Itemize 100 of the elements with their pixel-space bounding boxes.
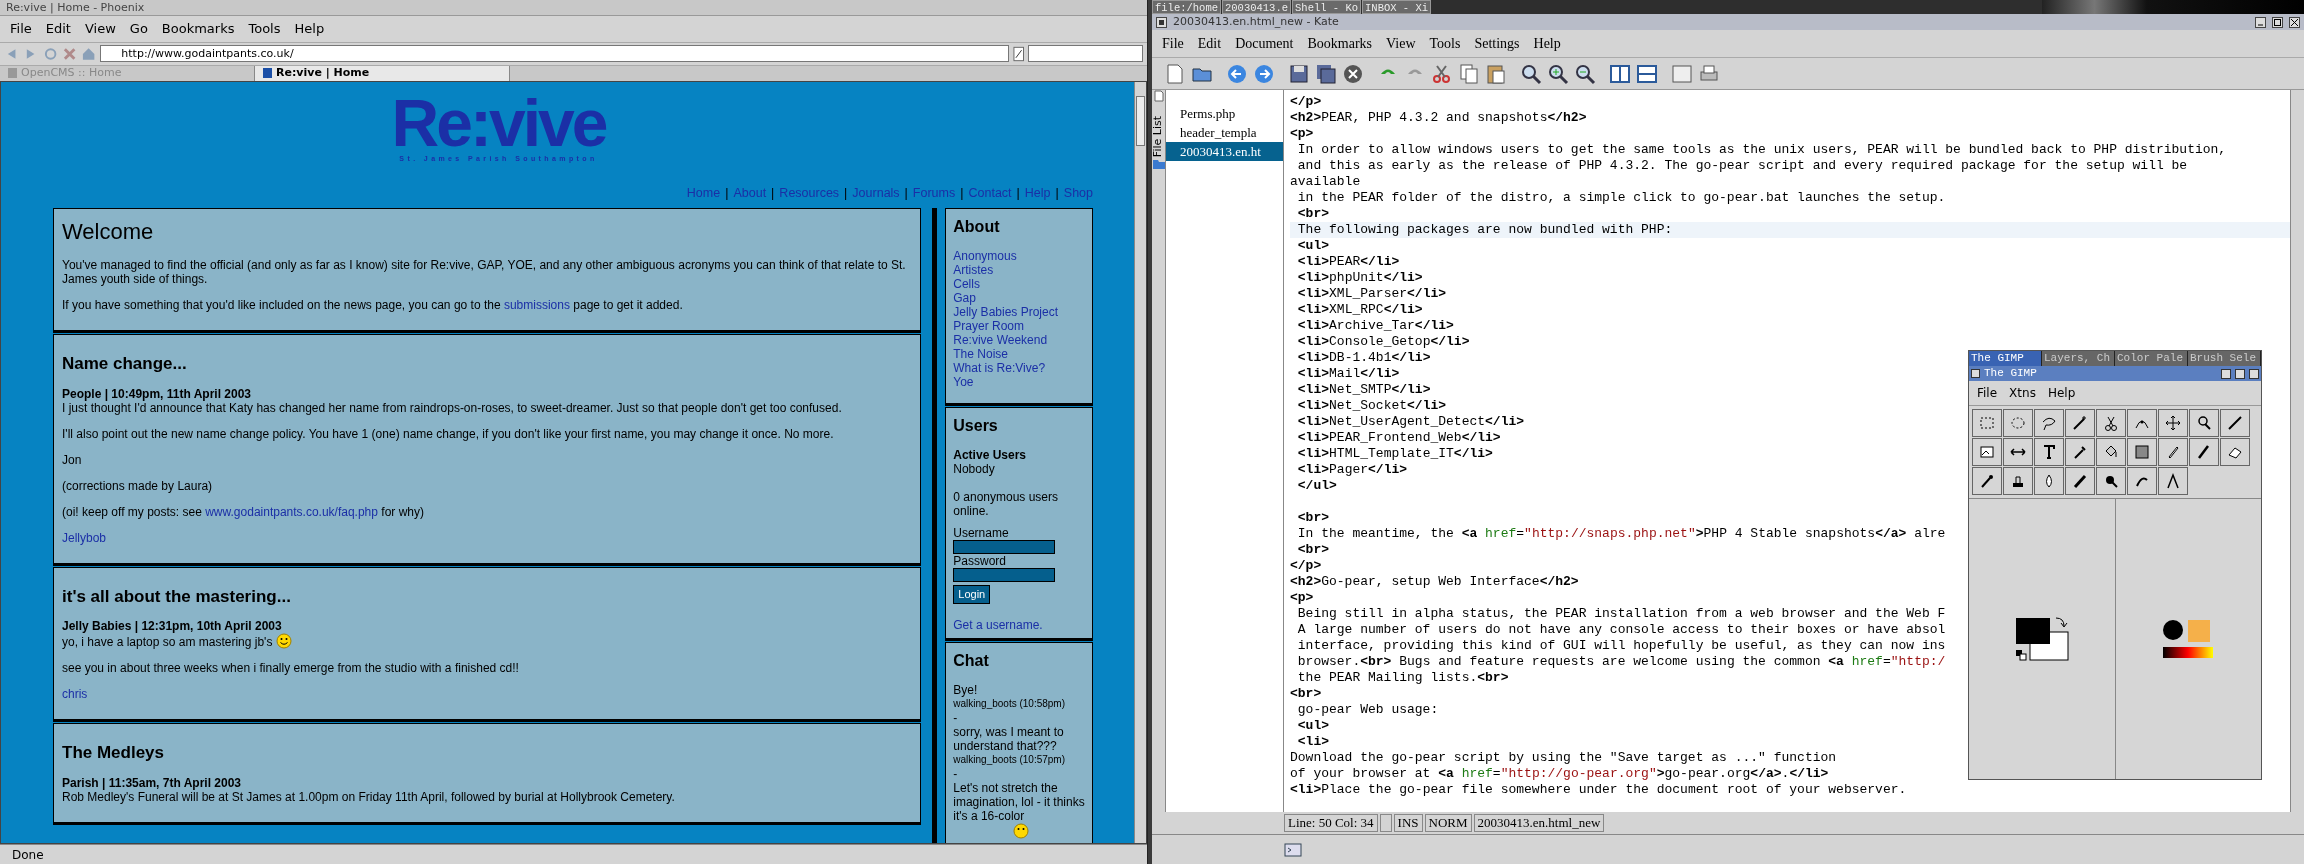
password-field[interactable] xyxy=(953,568,1056,583)
scrollbar[interactable] xyxy=(1134,81,1146,843)
menu-item[interactable]: Edit xyxy=(39,18,77,40)
paste-icon[interactable] xyxy=(1485,62,1507,85)
save-icon[interactable] xyxy=(1288,62,1310,85)
link[interactable]: www.godaintpants.co.uk/faq.php xyxy=(205,504,378,519)
tool-button[interactable] xyxy=(2127,467,2157,495)
sidebar-link[interactable]: Anonymous xyxy=(953,249,1085,264)
nav-link[interactable]: Home xyxy=(686,183,721,203)
menu-item[interactable]: Edit xyxy=(1191,32,1228,55)
window-tab[interactable]: Brush Sele xyxy=(2188,351,2261,366)
taskbar-button[interactable]: INBOX - Xi xyxy=(1362,0,1432,14)
menu-item[interactable]: Tools xyxy=(1423,32,1467,55)
link[interactable]: submissions xyxy=(503,298,570,313)
sidebar-tab[interactable]: File List xyxy=(1150,114,1167,160)
tool-button[interactable] xyxy=(2034,409,2064,437)
taskbar-button[interactable]: 20030413.e xyxy=(1222,0,1292,14)
folder-icon[interactable] xyxy=(1152,159,1165,170)
split-vertical-icon[interactable] xyxy=(1609,62,1631,85)
window-menu-icon[interactable] xyxy=(1156,16,1167,28)
author-link[interactable]: chris xyxy=(62,687,88,702)
menu-item[interactable]: View xyxy=(1380,32,1422,55)
scrollbar[interactable] xyxy=(2290,90,2304,812)
sidebar-link[interactable]: Gap xyxy=(953,291,1085,306)
search-field[interactable] xyxy=(1028,45,1143,62)
file-list-entry[interactable]: Perms.php xyxy=(1166,104,1283,123)
tool-button[interactable] xyxy=(2065,409,2095,437)
nav-link[interactable]: Forums xyxy=(912,183,956,203)
go-icon[interactable] xyxy=(1012,45,1025,62)
url-field[interactable]: http://www.godaintpants.co.uk/ xyxy=(100,45,1009,62)
menu-item[interactable]: View xyxy=(78,18,122,40)
nav-link[interactable]: Help xyxy=(1024,183,1051,203)
tool-button[interactable] xyxy=(2096,467,2126,495)
menu-item[interactable]: File xyxy=(1156,32,1190,55)
tool-button[interactable] xyxy=(2034,438,2064,466)
close-icon[interactable] xyxy=(1342,62,1364,85)
author-link[interactable]: Jellybob xyxy=(62,530,107,545)
terminal-icon[interactable] xyxy=(1284,840,1302,859)
menu-item[interactable]: Xtns xyxy=(2009,384,2036,402)
file-list-entry[interactable]: header_templa xyxy=(1166,123,1283,142)
tool-button[interactable] xyxy=(2096,409,2126,437)
nav-link[interactable]: Shop xyxy=(1063,183,1093,203)
new-file-icon[interactable] xyxy=(1164,62,1186,85)
tool-button[interactable] xyxy=(2189,409,2219,437)
tool-button[interactable] xyxy=(2158,409,2188,437)
split-horizontal-icon[interactable] xyxy=(1636,62,1658,85)
tool-button[interactable] xyxy=(2220,438,2250,466)
signup-link[interactable]: Get a username. xyxy=(953,617,1085,632)
login-button[interactable]: Login xyxy=(953,585,991,604)
tool-button[interactable] xyxy=(2096,438,2126,466)
menu-item[interactable]: Bookmarks xyxy=(1301,32,1378,55)
minimize-icon[interactable] xyxy=(2255,16,2266,28)
window-tab[interactable]: Color Pale xyxy=(2115,351,2188,366)
menu-item[interactable]: Settings xyxy=(1468,32,1526,55)
nav-link[interactable]: Contact xyxy=(968,183,1012,203)
sidebar-link[interactable]: Jelly Babies Project xyxy=(953,305,1085,320)
nav-link[interactable]: Resources xyxy=(779,183,840,203)
menu-item[interactable]: Tools xyxy=(242,18,287,40)
window-tab[interactable]: The GIMP xyxy=(1969,351,2042,366)
sidebar-link[interactable]: Cells xyxy=(953,277,1085,292)
menu-item[interactable]: Help xyxy=(2047,384,2076,402)
tool-button[interactable] xyxy=(2158,467,2188,495)
maximize-icon[interactable] xyxy=(2272,16,2283,28)
save-all-icon[interactable] xyxy=(1315,62,1337,85)
tool-button[interactable] xyxy=(2220,409,2250,437)
site-logo[interactable]: Re:vive xyxy=(391,93,606,152)
search-icon[interactable] xyxy=(1520,62,1542,85)
tool-button[interactable] xyxy=(2158,438,2188,466)
sidebar-link[interactable]: Re:vive Weekend xyxy=(953,333,1085,348)
menu-item[interactable]: Help xyxy=(1527,32,1567,55)
tool-button[interactable] xyxy=(1972,467,2002,495)
menu-item[interactable]: File xyxy=(4,18,38,40)
tool-button[interactable] xyxy=(2127,438,2157,466)
username-field[interactable] xyxy=(953,540,1056,555)
sidebar-link[interactable]: Yoe xyxy=(953,375,1085,390)
window-tab[interactable]: Layers, Ch xyxy=(2042,351,2115,366)
sidebar-link[interactable]: Prayer Room xyxy=(953,319,1085,334)
sidebar-link[interactable]: The Noise xyxy=(953,347,1085,362)
minimize-icon[interactable] xyxy=(2221,368,2231,379)
menu-item[interactable]: Help xyxy=(288,18,331,40)
window-menu-icon[interactable] xyxy=(1971,369,1980,378)
menu-item[interactable]: Bookmarks xyxy=(155,18,241,40)
menu-item[interactable]: Go xyxy=(123,18,154,40)
maximize-icon[interactable] xyxy=(2235,368,2245,379)
taskbar-button[interactable]: Shell - Ko xyxy=(1292,0,1362,14)
browser-tab[interactable]: Re:vive | Home xyxy=(255,65,510,81)
window-icon[interactable] xyxy=(1671,62,1693,85)
taskbar-button[interactable]: file:/home xyxy=(1152,0,1221,14)
file-list-entry[interactable]: 20030413.en.ht xyxy=(1166,142,1283,161)
tool-button[interactable] xyxy=(2003,467,2033,495)
tool-button[interactable] xyxy=(2065,467,2095,495)
sidebar-link[interactable]: What is Re:Vive? xyxy=(953,361,1085,376)
zoom-out-icon[interactable] xyxy=(1574,62,1596,85)
tool-button[interactable] xyxy=(2065,438,2095,466)
sidebar-link[interactable]: Artistes xyxy=(953,263,1085,278)
nav-link[interactable]: Journals xyxy=(852,183,900,203)
menu-item[interactable]: File xyxy=(1977,384,1998,402)
zoom-in-icon[interactable] xyxy=(1547,62,1569,85)
menu-item[interactable]: Document xyxy=(1229,32,1300,55)
tool-button[interactable] xyxy=(2189,438,2219,466)
